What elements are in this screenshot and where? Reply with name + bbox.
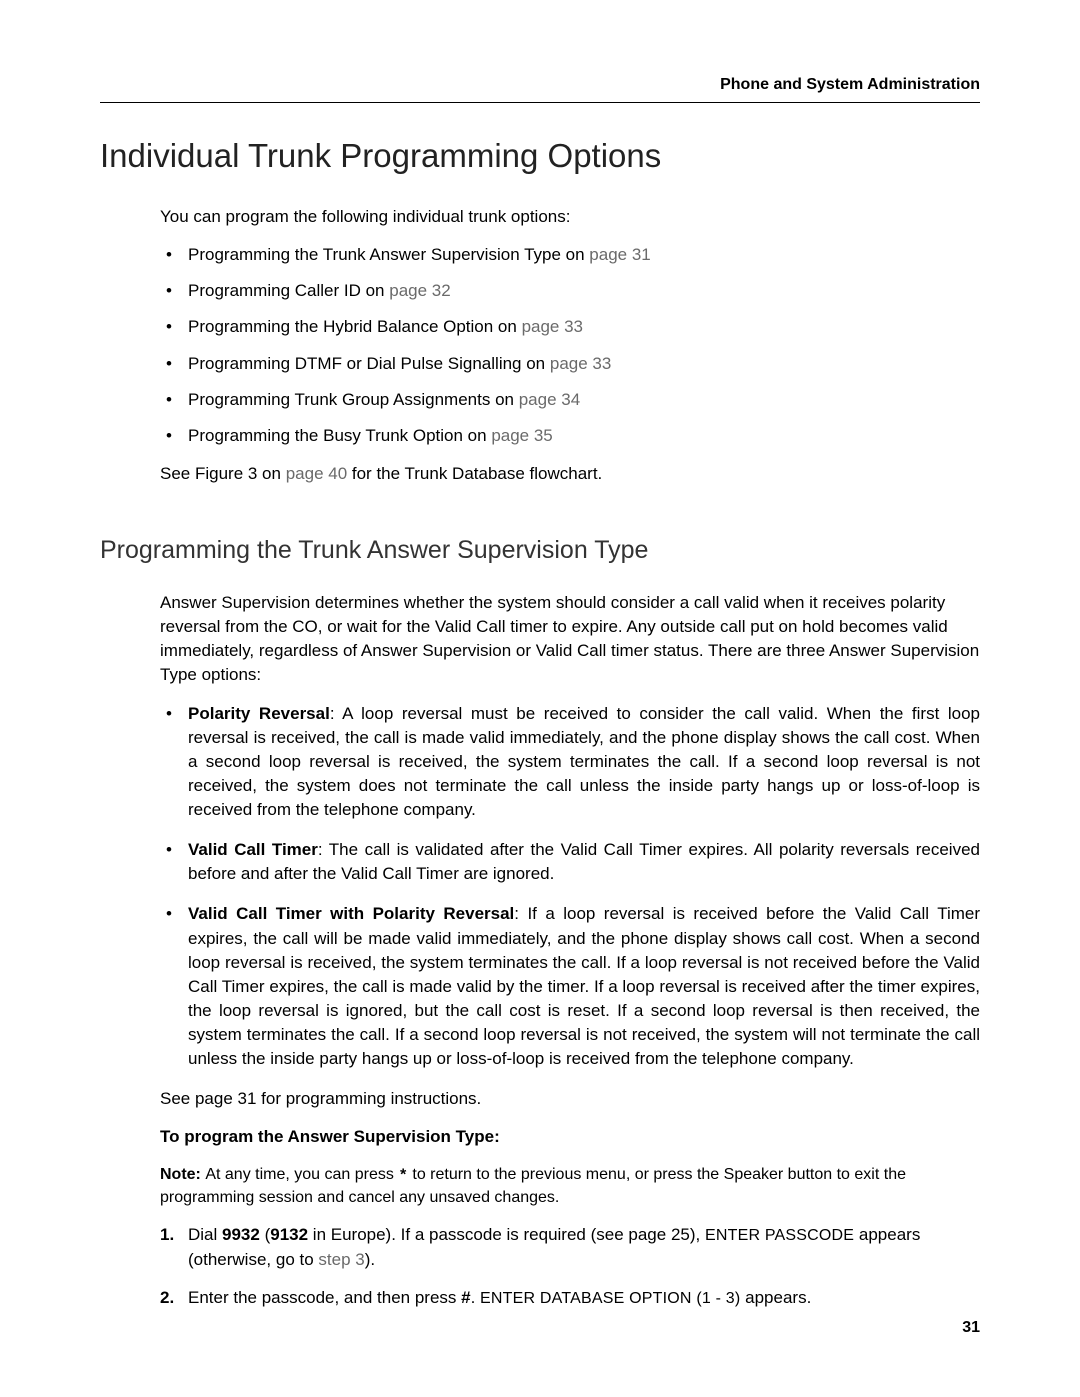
pound-key: #: [461, 1288, 470, 1307]
subsection-body: Answer Supervision determines whether th…: [160, 591, 980, 1311]
step-reference-link[interactable]: step 3: [318, 1250, 364, 1269]
subsection-heading: Programming the Trunk Answer Supervision…: [100, 536, 980, 565]
toc-text: Programming Trunk Group Assignments on: [188, 390, 519, 409]
dial-code-eu: 9132: [270, 1225, 308, 1244]
see-figure-after: for the Trunk Database flowchart.: [347, 464, 602, 483]
toc-text: Programming the Trunk Answer Supervision…: [188, 245, 589, 264]
see-instructions: See page 31 for programming instructions…: [160, 1087, 980, 1111]
asterisk-key-icon: *: [398, 1167, 408, 1185]
page-reference-link[interactable]: page 40: [286, 464, 347, 483]
toc-item: Programming the Trunk Answer Supervision…: [160, 243, 980, 267]
instructions-heading: To program the Answer Supervision Type:: [160, 1125, 980, 1149]
step-item: Enter the passcode, and then press #. EN…: [160, 1286, 980, 1311]
page-reference-link[interactable]: page 32: [389, 281, 450, 300]
toc-text: Programming DTMF or Dial Pulse Signallin…: [188, 354, 550, 373]
page-number: 31: [962, 1319, 980, 1337]
section-heading: Individual Trunk Programming Options: [100, 137, 980, 175]
page-reference-link[interactable]: page 31: [589, 245, 650, 264]
step-text: in Europe). If a passcode is required (s…: [308, 1225, 705, 1244]
step-text: (: [260, 1225, 270, 1244]
toc-text: Programming the Hybrid Balance Option on: [188, 317, 522, 336]
page-reference-link[interactable]: page 33: [550, 354, 611, 373]
step-text: appears.: [740, 1288, 811, 1307]
option-item: Valid Call Timer: The call is validated …: [160, 838, 980, 886]
step-text: .: [471, 1288, 480, 1307]
option-desc: : If a loop reversal is received before …: [188, 904, 980, 1068]
toc-list: Programming the Trunk Answer Supervision…: [160, 243, 980, 448]
option-item: Valid Call Timer with Polarity Reversal:…: [160, 902, 980, 1071]
page-reference-link[interactable]: page 35: [491, 426, 552, 445]
steps-list: Dial 9932 (9132 in Europe). If a passcod…: [160, 1223, 980, 1311]
option-name: Polarity Reversal: [188, 704, 330, 723]
toc-text: Programming Caller ID on: [188, 281, 389, 300]
step-item: Dial 9932 (9132 in Europe). If a passcod…: [160, 1223, 980, 1272]
page-header: Phone and System Administration: [100, 76, 980, 103]
note: Note: At any time, you can press * to re…: [160, 1164, 980, 1210]
toc-text: Programming the Busy Trunk Option on: [188, 426, 491, 445]
toc-item: Programming the Hybrid Balance Option on…: [160, 315, 980, 339]
display-code: ENTER PASSCODE: [705, 1227, 854, 1244]
section-body: You can program the following individual…: [160, 205, 980, 486]
toc-item: Programming Trunk Group Assignments on p…: [160, 388, 980, 412]
section-intro: You can program the following individual…: [160, 205, 980, 229]
page-reference-link[interactable]: page 33: [522, 317, 583, 336]
note-before: At any time, you can press: [205, 1166, 398, 1183]
option-item: Polarity Reversal: A loop reversal must …: [160, 702, 980, 823]
step-text: Dial: [188, 1225, 222, 1244]
dial-code: 9932: [222, 1225, 260, 1244]
page-reference-link[interactable]: page 34: [519, 390, 580, 409]
display-code: ENTER DATABASE OPTION (1 - 3): [480, 1290, 740, 1307]
step-text: ).: [365, 1250, 375, 1269]
option-name: Valid Call Timer: [188, 840, 318, 859]
document-page: Phone and System Administration Individu…: [0, 0, 1080, 1397]
note-label: Note:: [160, 1166, 205, 1183]
option-list: Polarity Reversal: A loop reversal must …: [160, 702, 980, 1072]
toc-item: Programming the Busy Trunk Option on pag…: [160, 424, 980, 448]
see-figure-line: See Figure 3 on page 40 for the Trunk Da…: [160, 462, 980, 486]
toc-item: Programming Caller ID on page 32: [160, 279, 980, 303]
step-text: Enter the passcode, and then press: [188, 1288, 461, 1307]
toc-item: Programming DTMF or Dial Pulse Signallin…: [160, 352, 980, 376]
see-figure-before: See Figure 3 on: [160, 464, 286, 483]
option-name: Valid Call Timer with Polarity Reversal: [188, 904, 514, 923]
subsection-intro: Answer Supervision determines whether th…: [160, 591, 980, 688]
